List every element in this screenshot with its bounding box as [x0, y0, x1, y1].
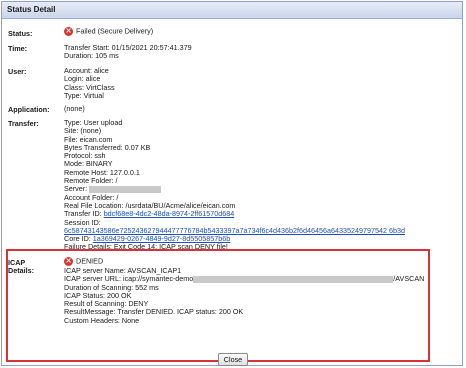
icap-label-line2: Details: — [8, 266, 34, 276]
transfer-id-row: Transfer ID: bdcf68e8-4dc2-48da-8974-2ff… — [64, 210, 405, 218]
error-icon: ✕ — [64, 257, 73, 266]
window-title: Status Detail — [2, 2, 462, 19]
icap-url-suffix: /AVSCAN — [393, 274, 425, 284]
time-duration: Duration: 105 ms — [64, 51, 119, 61]
icap-result-text: DENIED — [76, 256, 104, 266]
redacted-server — [89, 185, 162, 193]
user-values: Account: alice Login: alice Class: VirtC… — [64, 66, 115, 100]
icap-values: ✕ DENIED ICAP server Name: AVSCAN_ICAP1 I… — [64, 257, 424, 325]
transfer-label: Transfer: — [8, 119, 39, 128]
transfer-protocol: Protocol: ssh — [64, 151, 106, 161]
redacted-url — [193, 275, 394, 283]
close-button[interactable]: Close — [218, 353, 248, 366]
user-label: User: — [8, 67, 27, 76]
transfer-type: Type: User upload — [64, 118, 123, 127]
transfer-remote-folder: Remote Folder: / — [64, 176, 118, 186]
status-detail-window: Status Detail Status: ✕ Failed (Secure De… — [1, 1, 463, 366]
transfer-values: Type: User upload Site: (none) File: eic… — [64, 118, 405, 252]
status-label: Status: — [8, 29, 33, 38]
time-values: Transfer Start: 01/15/2021 20:57:41.379 … — [64, 43, 192, 61]
status-text: Failed (Secure Delivery) — [76, 26, 154, 36]
transfer-bytes: Bytes Transferred: 0.07 KB — [64, 142, 151, 152]
application-label: Application: — [8, 105, 50, 114]
status-detail-content: Status: ✕ Failed (Secure Delivery) Time: … — [2, 19, 462, 366]
application-value: (none) — [64, 104, 85, 113]
transfer-id-link[interactable]: bdcf68e8-4dc2-48da-8974-2ff61570d684 — [104, 209, 235, 218]
transfer-site: Site: (none) — [64, 126, 102, 136]
user-type: Type: Virtual — [64, 90, 104, 100]
status-value: ✕ Failed (Secure Delivery) — [64, 27, 153, 36]
error-icon: ✕ — [64, 27, 73, 36]
icap-custom-headers: Custom Headers: None — [64, 315, 140, 325]
icap-url-prefix: ICAP server URL: icap://symantec-demo — [64, 274, 194, 284]
time-label: Time: — [8, 44, 28, 53]
icap-details-label: ICAP Details: — [8, 258, 34, 276]
transfer-id-label: Transfer ID: — [64, 209, 102, 219]
